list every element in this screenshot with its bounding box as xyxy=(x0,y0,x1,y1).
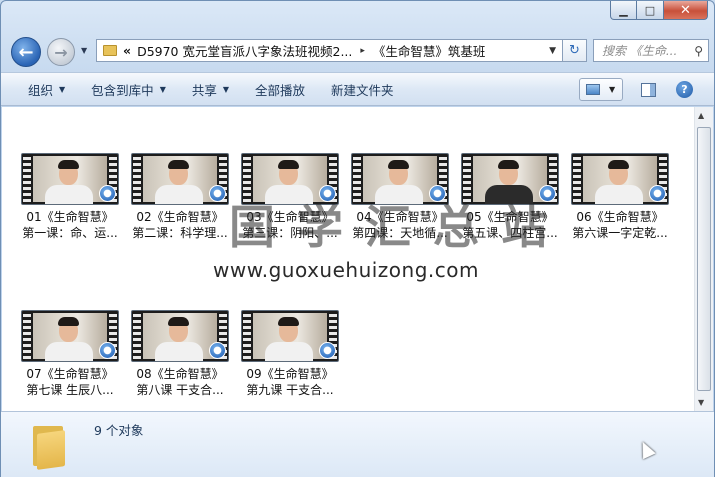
back-arrow-icon: ← xyxy=(18,41,34,63)
file-subtitle: 第七课 生辰八... xyxy=(26,383,114,397)
video-thumbnail: ● xyxy=(131,153,229,205)
chevron-down-icon: ▼ xyxy=(59,84,66,94)
media-player-icon: ● xyxy=(319,342,336,359)
caption-buttons: ▁ □ ✕ xyxy=(610,1,708,20)
breadcrumb-overflow[interactable]: « xyxy=(123,43,131,58)
media-player-icon: ● xyxy=(209,342,226,359)
preview-pane-icon[interactable] xyxy=(641,83,656,97)
vertical-scrollbar[interactable]: ▲ ▼ xyxy=(694,107,713,411)
chevron-down-icon: ▼ xyxy=(159,84,166,94)
video-thumbnail: ● xyxy=(21,310,119,362)
address-dropdown-icon[interactable]: ▼ xyxy=(549,46,556,56)
scrollbar-thumb[interactable] xyxy=(697,127,711,391)
search-input[interactable]: 搜索 《生命... ⚲ xyxy=(593,39,709,62)
share-label: 共享 xyxy=(191,82,217,98)
file-item[interactable]: ● 07《生命智慧》 第七课 生辰八... xyxy=(15,310,125,398)
organize-menu[interactable]: 组织 ▼ xyxy=(1,80,78,99)
file-name: 06《生命智慧》 xyxy=(576,210,664,224)
file-name: 02《生命智慧》 xyxy=(136,210,224,224)
video-thumbnail: ● xyxy=(571,153,669,205)
command-bar: 组织 ▼ 包含到库中 ▼ 共享 ▼ 全部播放 新建文件夹 ▼ ? xyxy=(1,72,714,106)
file-subtitle: 第六课一字定乾... xyxy=(572,226,668,240)
minimize-button[interactable]: ▁ xyxy=(610,1,637,20)
play-all-button[interactable]: 全部播放 xyxy=(242,80,318,99)
file-name: 08《生命智慧》 xyxy=(136,367,224,381)
recent-pages-dropdown[interactable]: ▼ xyxy=(81,46,87,55)
scroll-up-icon[interactable]: ▲ xyxy=(698,111,704,120)
file-subtitle: 第九课 干支合... xyxy=(246,383,334,397)
media-player-icon: ● xyxy=(209,185,226,202)
file-name: 09《生命智慧》 xyxy=(246,367,334,381)
search-icon[interactable]: ⚲ xyxy=(694,44,703,58)
breadcrumb-item-current[interactable]: 《生命智慧》筑基班 xyxy=(373,41,486,60)
back-button[interactable]: ← xyxy=(11,37,41,67)
file-item[interactable]: ● 01《生命智慧》 第一课：命、运... xyxy=(15,153,125,241)
watermark-text: 国学汇总站 xyxy=(229,200,569,254)
chevron-down-icon: ▼ xyxy=(222,84,230,94)
watermark-url: www.guoxuehuizong.com xyxy=(213,258,479,282)
video-thumbnail: ● xyxy=(131,310,229,362)
video-thumbnail: ● xyxy=(21,153,119,205)
details-pane: 9 个对象 xyxy=(1,411,714,477)
include-in-library-menu[interactable]: 包含到库中 ▼ xyxy=(78,80,179,99)
forward-button[interactable]: → xyxy=(47,38,75,66)
breadcrumb-separator-icon[interactable]: ▸ xyxy=(360,46,365,56)
folder-icon xyxy=(103,45,117,56)
file-subtitle: 第八课 干支合... xyxy=(136,383,224,397)
search-placeholder: 搜索 《生命... xyxy=(602,44,678,58)
help-icon[interactable]: ? xyxy=(676,81,693,98)
file-item[interactable]: ● 08《生命智慧》 第八课 干支合... xyxy=(125,310,235,398)
file-item[interactable]: ● 06《生命智慧》 第六课一字定乾... xyxy=(565,153,675,241)
organize-label: 组织 xyxy=(28,82,54,98)
folder-icon xyxy=(31,420,65,470)
file-item[interactable]: ● 09《生命智慧》 第九课 干支合... xyxy=(235,310,345,398)
item-count: 9 个对象 xyxy=(94,423,144,438)
forward-arrow-icon: → xyxy=(54,42,68,62)
share-menu[interactable]: 共享 ▼ xyxy=(179,80,242,99)
file-subtitle: 第一课：命、运... xyxy=(22,226,118,240)
view-icon xyxy=(586,84,600,95)
change-view-button[interactable]: ▼ xyxy=(579,78,623,101)
file-item[interactable]: ● 02《生命智慧》 第二课：科学理... xyxy=(125,153,235,241)
file-name: 07《生命智慧》 xyxy=(26,367,114,381)
refresh-button[interactable]: ↻ xyxy=(563,39,587,62)
explorer-window: ▁ □ ✕ ← → ▼ « D5970 宽元堂盲派八字象法班视频2... ▸ 《… xyxy=(0,0,715,477)
breadcrumb-item-parent[interactable]: D5970 宽元堂盲派八字象法班视频2... xyxy=(137,41,352,60)
file-subtitle: 第二课：科学理... xyxy=(132,226,228,240)
include-library-label: 包含到库中 xyxy=(91,82,154,98)
refresh-icon: ↻ xyxy=(569,43,580,58)
chevron-down-icon[interactable]: ▼ xyxy=(609,85,615,94)
video-thumbnail: ● xyxy=(241,310,339,362)
scroll-down-icon[interactable]: ▼ xyxy=(698,398,704,407)
media-player-icon: ● xyxy=(99,342,116,359)
media-player-icon: ● xyxy=(99,185,116,202)
new-folder-button[interactable]: 新建文件夹 xyxy=(318,80,407,99)
address-bar[interactable]: « D5970 宽元堂盲派八字象法班视频2... ▸ 《生命智慧》筑基班 ▼ xyxy=(96,39,563,62)
file-name: 01《生命智慧》 xyxy=(26,210,114,224)
maximize-button[interactable]: □ xyxy=(637,1,664,20)
close-button[interactable]: ✕ xyxy=(664,1,708,20)
media-player-icon: ● xyxy=(649,185,666,202)
